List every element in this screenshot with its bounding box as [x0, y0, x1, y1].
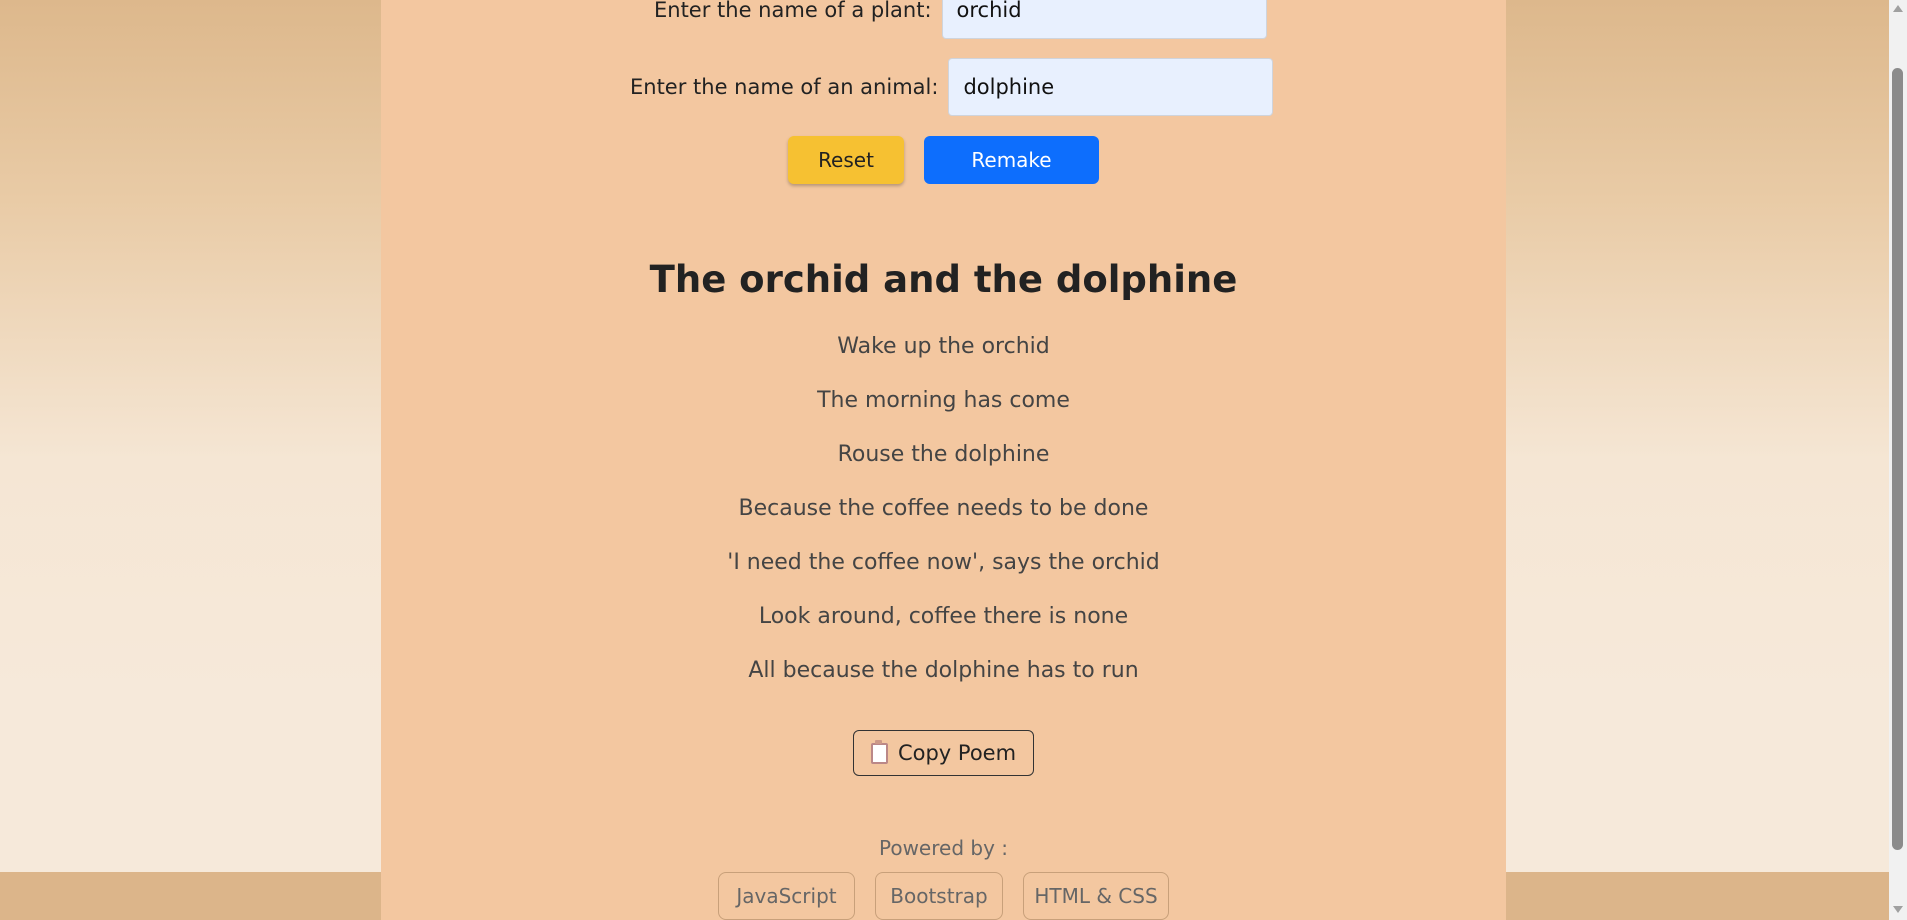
poem-lines: Wake up the orchid The morning has come … — [381, 330, 1506, 708]
scroll-down-arrow-icon[interactable] — [1893, 906, 1903, 913]
animal-label: Enter the name of an animal: — [630, 75, 939, 99]
scroll-up-arrow-icon[interactable] — [1893, 5, 1903, 12]
animal-form-row: Enter the name of an animal: — [630, 58, 1274, 116]
plant-input[interactable] — [941, 0, 1267, 39]
poem-line: Wake up the orchid — [837, 334, 1050, 359]
plant-form-row: Enter the name of a plant: — [654, 0, 1267, 39]
tech-badge-html-css: HTML & CSS — [1023, 872, 1169, 920]
plant-label: Enter the name of a plant: — [654, 0, 932, 22]
poem-line: 'I need the coffee now', says the orchid — [727, 550, 1160, 575]
reset-button[interactable]: Reset — [788, 136, 904, 184]
poem-line: The morning has come — [817, 388, 1070, 413]
animal-input[interactable] — [948, 58, 1274, 116]
powered-by-label: Powered by : — [878, 836, 1008, 860]
poem-line: Because the coffee needs to be done — [738, 496, 1149, 521]
tech-badge-bootstrap: Bootstrap — [875, 872, 1003, 920]
poem-line: Look around, coffee there is none — [758, 604, 1129, 629]
poem-line: Rouse the dolphine — [837, 442, 1050, 467]
scroll-thumb[interactable] — [1892, 68, 1903, 850]
copy-poem-label: Copy Poem — [897, 741, 1017, 765]
tech-badge-javascript: JavaScript — [718, 872, 855, 920]
poem-title: The orchid and the dolphine — [649, 258, 1238, 301]
clipboard-icon — [870, 739, 888, 764]
poem-line: All because the dolphine has to run — [748, 658, 1139, 683]
vertical-scrollbar[interactable] — [1889, 0, 1907, 920]
copy-poem-button[interactable]: Copy Poem — [853, 730, 1034, 776]
remake-button[interactable]: Remake — [924, 136, 1099, 184]
